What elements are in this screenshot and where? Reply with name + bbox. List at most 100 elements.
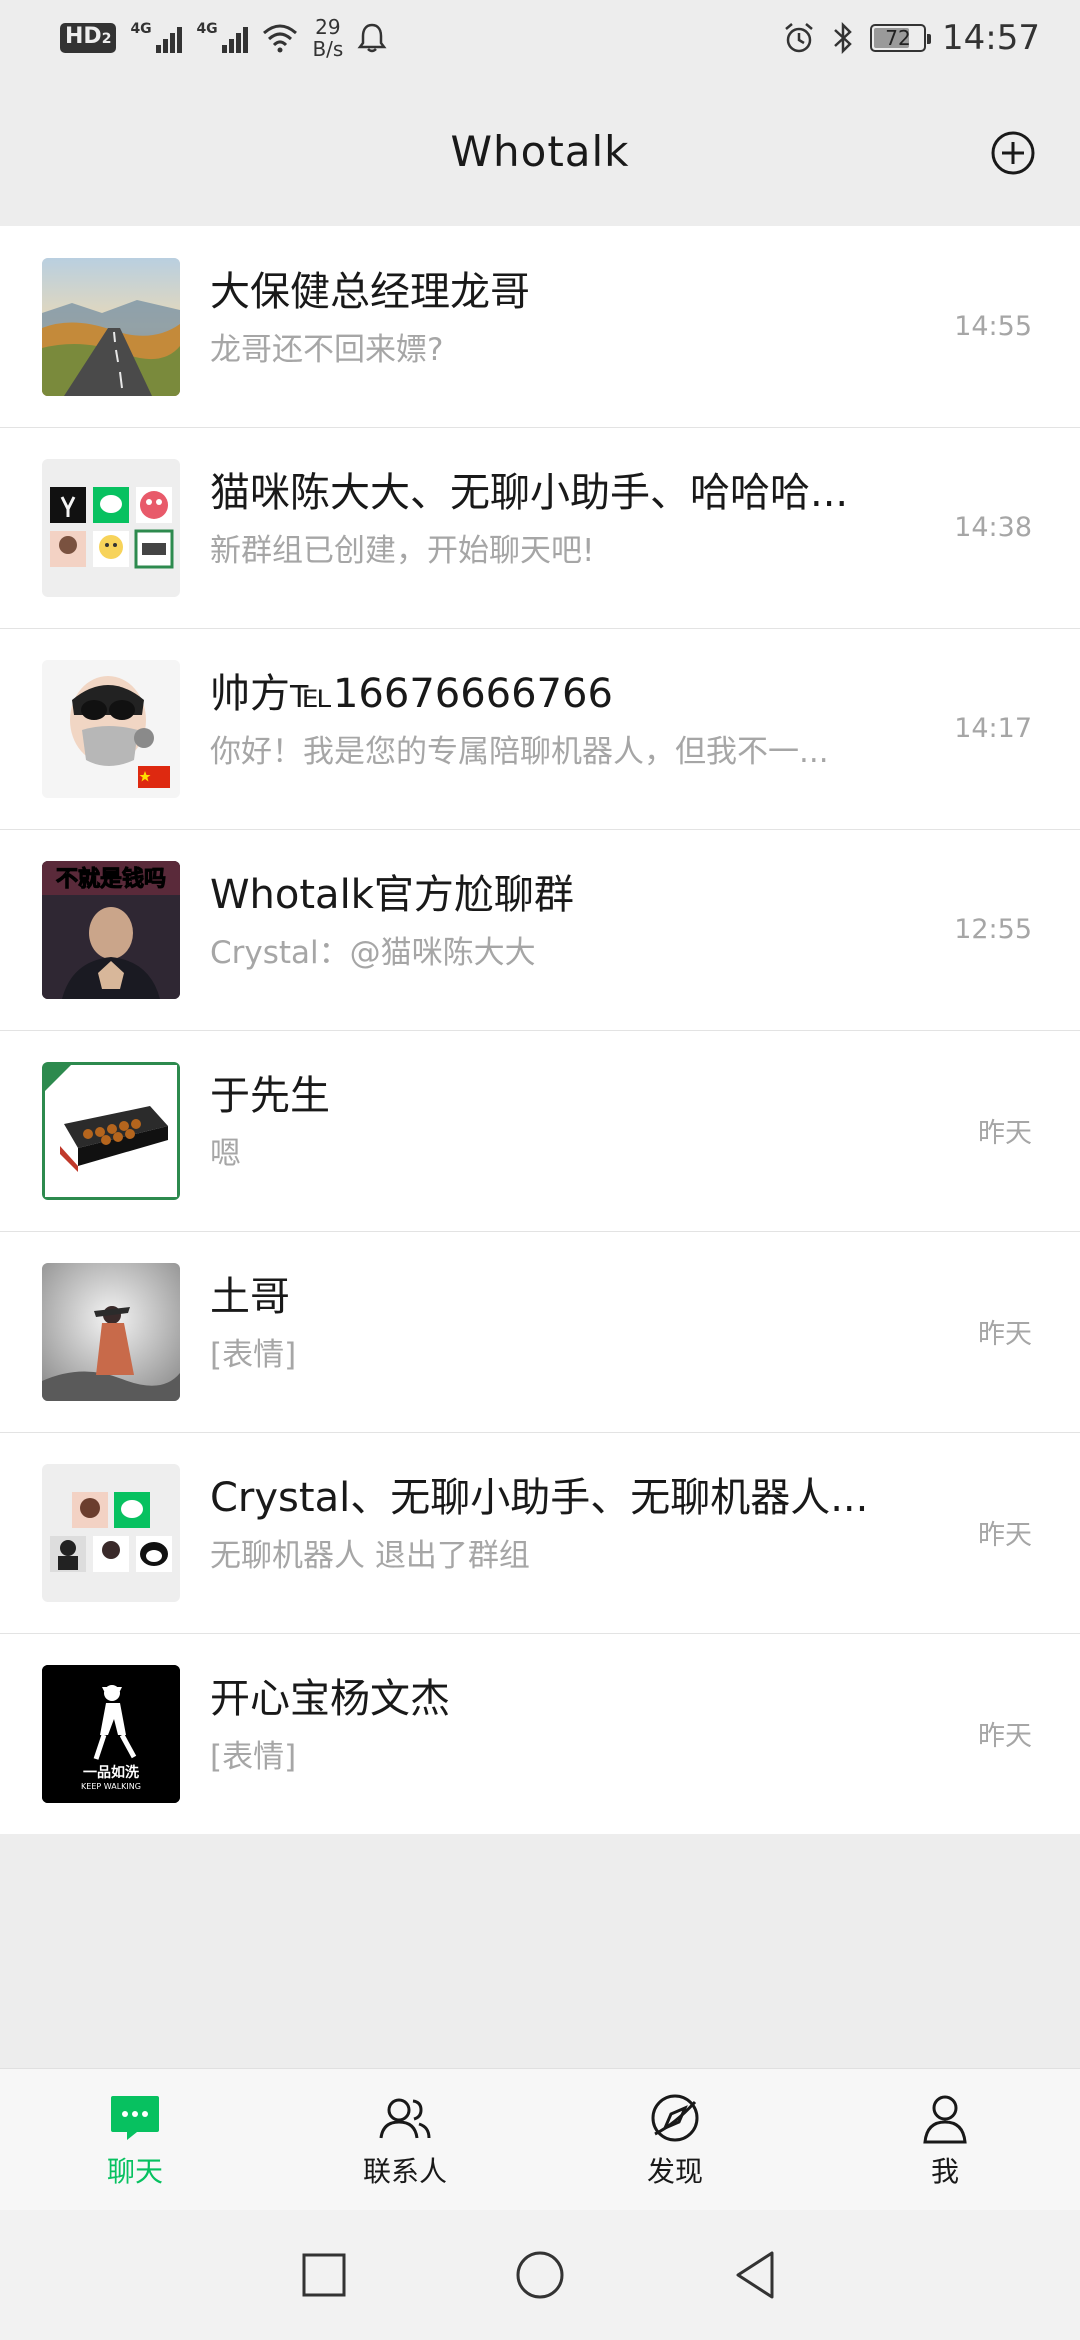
chat-last-message: [表情]	[210, 1337, 297, 1373]
tab-label: 我	[930, 2154, 959, 2188]
chat-item[interactable]: 帅方℡16676666766 你好！我是您的专属陪聊机器人，但我不一... 14…	[0, 628, 1080, 829]
signal-icon: 4G	[196, 21, 249, 53]
masked-face-avatar-image	[42, 660, 180, 798]
avatar-line1-text: 一品如洗	[83, 1764, 139, 1781]
status-bar: HD2 4G 4G 29 B/s 72 14:57	[0, 0, 1080, 76]
tab-me[interactable]: 我	[810, 2069, 1080, 2210]
chat-last-message: Crystal：@猫咪陈大大	[210, 935, 536, 971]
tab-label: 联系人	[362, 2154, 447, 2188]
chat-time: 14:55	[954, 311, 1032, 342]
tab-discover[interactable]: 发现	[540, 2069, 810, 2210]
group-avatar-grid	[50, 1492, 172, 1572]
profile-icon	[923, 2095, 967, 2143]
chat-name: 于先生	[210, 1073, 330, 1119]
group-avatar	[42, 1464, 180, 1602]
chat-name: 开心宝杨文杰	[210, 1676, 450, 1722]
chat-body: 猫咪陈大大、无聊小助手、哈哈哈... 新群组已创建，开始聊天吧!	[210, 465, 920, 575]
signal-icon: 4G	[130, 21, 183, 53]
discover-icon	[651, 2094, 699, 2141]
hd-badge: HD2	[60, 23, 117, 53]
notification-bell-icon	[357, 23, 387, 53]
chat-time: 昨天	[978, 1520, 1032, 1551]
avatar	[42, 1263, 180, 1401]
chat-time: 昨天	[978, 1118, 1032, 1149]
status-left: HD2 4G 4G 29 B/s	[60, 16, 782, 60]
avatar-banner-text: 不就是钱吗	[56, 866, 166, 892]
add-circle-icon[interactable]	[986, 126, 1040, 180]
chat-body: 帅方℡16676666766 你好！我是您的专属陪聊机器人，但我不一...	[210, 666, 920, 776]
misty-figure-avatar-image	[42, 1263, 180, 1401]
chat-body: 大保健总经理龙哥 龙哥还不回来嫖?	[210, 264, 920, 374]
speed-value: 29	[315, 15, 341, 39]
chat-name: Crystal、无聊小助手、无聊机器人...	[210, 1475, 869, 1521]
battery-icon: 72	[870, 24, 932, 52]
chat-last-message: 新群组已创建，开始聊天吧!	[210, 533, 595, 569]
chat-body: 开心宝杨文杰 [表情]	[210, 1671, 920, 1781]
striding-man-avatar-image: 一品如洗 KEEP WALKING	[42, 1665, 180, 1803]
tab-label: 聊天	[106, 2154, 163, 2188]
chat-bubble-icon	[111, 2095, 159, 2140]
hd-sub: 2	[101, 31, 112, 47]
recent-apps-icon[interactable]	[296, 2247, 352, 2303]
back-icon[interactable]	[728, 2247, 784, 2303]
tab-contacts[interactable]: 联系人	[270, 2069, 540, 2210]
speed-unit: B/s	[312, 37, 344, 61]
chat-last-message: 你好！我是您的专属陪聊机器人，但我不一...	[210, 734, 829, 770]
app-header: Whotalk	[0, 76, 1080, 226]
avatar	[42, 258, 180, 396]
alarm-icon	[785, 23, 813, 53]
group-avatar	[42, 459, 180, 597]
system-navigation-bar	[0, 2210, 1080, 2340]
chat-body: 于先生 嗯	[210, 1068, 920, 1178]
meme-avatar-image: 不就是钱吗	[42, 861, 180, 999]
chat-name: 帅方℡16676666766	[210, 671, 613, 717]
bluetooth-icon	[834, 21, 852, 55]
chat-time: 12:55	[954, 914, 1032, 945]
avatar: 一品如洗 KEEP WALKING	[42, 1665, 180, 1803]
chat-last-message: 嗯	[210, 1136, 241, 1172]
home-icon[interactable]	[512, 2247, 568, 2303]
battery-level: 72	[885, 26, 911, 50]
chat-item[interactable]: 土哥 [表情] 昨天	[0, 1231, 1080, 1432]
avatar-line2-text: KEEP WALKING	[81, 1782, 141, 1791]
signal2-gen: 4G	[196, 21, 218, 37]
contacts-icon	[379, 2098, 431, 2138]
chat-body: 土哥 [表情]	[210, 1269, 920, 1379]
chat-item[interactable]: 猫咪陈大大、无聊小助手、哈哈哈... 新群组已创建，开始聊天吧! 14:38	[0, 427, 1080, 628]
chat-last-message: 无聊机器人 退出了群组	[210, 1538, 530, 1574]
avatar	[42, 1062, 180, 1200]
tab-label: 发现	[646, 2154, 703, 2188]
chat-item[interactable]: 一品如洗 KEEP WALKING 开心宝杨文杰 [表情] 昨天	[0, 1633, 1080, 1834]
status-time: 14:57	[942, 18, 1040, 58]
chat-name: Whotalk官方尬聊群	[210, 872, 574, 918]
chat-item[interactable]: 大保健总经理龙哥 龙哥还不回来嫖? 14:55	[0, 226, 1080, 427]
page-title: Whotalk	[450, 126, 630, 176]
chat-last-message: 龙哥还不回来嫖?	[210, 332, 444, 368]
status-right: 72 14:57	[782, 18, 1040, 58]
chat-time: 昨天	[978, 1721, 1032, 1752]
grill-product-avatar-image	[42, 1062, 180, 1200]
signal1-gen: 4G	[130, 21, 152, 37]
chat-item[interactable]: 于先生 嗯 昨天	[0, 1030, 1080, 1231]
network-speed: 29 B/s	[312, 16, 343, 60]
chat-last-message: [表情]	[210, 1739, 297, 1775]
chat-list: 大保健总经理龙哥 龙哥还不回来嫖? 14:55 猫咪陈大大、无聊小助手、哈哈哈.…	[0, 226, 1080, 1834]
chat-time: 14:17	[954, 713, 1032, 744]
bottom-tab-bar: 聊天 联系人 发现 我	[0, 2068, 1080, 2210]
chat-name: 猫咪陈大大、无聊小助手、哈哈哈...	[210, 470, 849, 516]
chat-name: 大保健总经理龙哥	[210, 269, 530, 315]
chat-item[interactable]: 不就是钱吗 Whotalk官方尬聊群 Crystal：@猫咪陈大大 12:55	[0, 829, 1080, 1030]
tab-chats[interactable]: 聊天	[0, 2069, 270, 2210]
hd-label: HD	[65, 24, 102, 49]
avatar	[42, 660, 180, 798]
chat-time: 昨天	[978, 1319, 1032, 1350]
chat-body: Crystal、无聊小助手、无聊机器人... 无聊机器人 退出了群组	[210, 1470, 920, 1580]
chat-item[interactable]: Crystal、无聊小助手、无聊机器人... 无聊机器人 退出了群组 昨天	[0, 1432, 1080, 1633]
chat-time: 14:38	[954, 512, 1032, 543]
group-avatar-grid	[50, 487, 174, 569]
road-landscape-avatar-image	[42, 258, 180, 396]
chat-name: 土哥	[210, 1274, 290, 1320]
avatar: 不就是钱吗	[42, 861, 180, 999]
wifi-icon	[263, 24, 298, 53]
chat-body: Whotalk官方尬聊群 Crystal：@猫咪陈大大	[210, 867, 920, 977]
